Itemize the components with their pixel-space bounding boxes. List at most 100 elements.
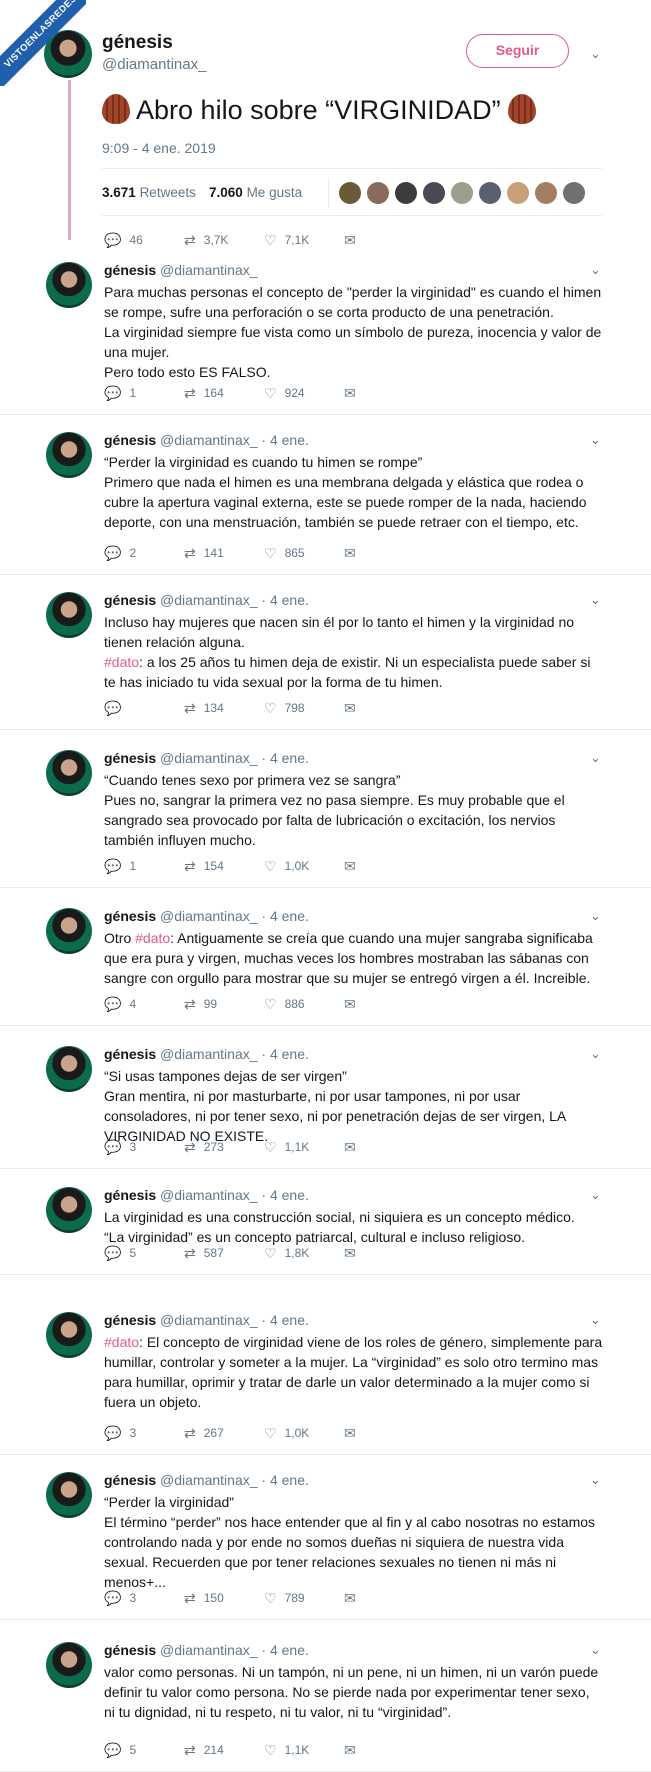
author-name[interactable]: génesis <box>104 1046 156 1062</box>
author-name[interactable]: génesis <box>104 1642 156 1658</box>
tweet[interactable]: génesis @diamantinax_ · 4 ene. ⌄ “Perder l… <box>0 420 651 575</box>
tweet[interactable]: génesis @diamantinax_ ⌄ Para muchas person… <box>0 250 651 415</box>
author-name[interactable]: génesis <box>104 432 156 448</box>
author-handle-time[interactable]: @diamantinax_ · 4 ene. <box>160 1187 309 1203</box>
author-name[interactable]: génesis <box>104 1472 156 1488</box>
author-name[interactable]: génesis <box>104 1187 156 1203</box>
author-name[interactable]: génesis <box>102 32 173 54</box>
author-handle[interactable]: @diamantinax_ <box>102 56 206 73</box>
like-button[interactable]: ♡ 886 <box>264 996 305 1013</box>
dm-button[interactable]: ✉ <box>344 1590 364 1607</box>
retweet-button[interactable]: ⇄ 134 <box>184 700 224 717</box>
tweet-author[interactable]: génesis @diamantinax_ <box>104 262 258 278</box>
avatar[interactable] <box>535 182 557 204</box>
chevron-down-icon[interactable]: ⌄ <box>590 1642 601 1658</box>
author-name[interactable]: génesis <box>104 908 156 924</box>
like-button[interactable]: ♡ 865 <box>264 545 305 562</box>
avatar[interactable] <box>339 182 361 204</box>
author-handle-time[interactable]: @diamantinax_ · 4 ene. <box>160 908 309 924</box>
like-button[interactable]: ♡ 1,0K <box>264 858 309 875</box>
retweet-button[interactable]: ⇄ 164 <box>184 385 224 402</box>
dm-button[interactable]: ✉ <box>344 232 364 249</box>
dm-button[interactable]: ✉ <box>344 700 364 717</box>
like-button[interactable]: ♡ 924 <box>264 385 305 402</box>
tweet-author[interactable]: génesis @diamantinax_ · 4 ene. <box>104 1312 309 1328</box>
tweet-author[interactable]: génesis @diamantinax_ · 4 ene. <box>104 750 309 766</box>
retweet-button[interactable]: ⇄ 154 <box>184 858 224 875</box>
author-name[interactable]: génesis <box>104 592 156 608</box>
avatar[interactable] <box>451 182 473 204</box>
chevron-down-icon[interactable]: ⌄ <box>590 1046 601 1062</box>
dm-button[interactable]: ✉ <box>344 858 364 875</box>
reply-button[interactable]: 💬 5 <box>104 1742 136 1759</box>
dm-button[interactable]: ✉ <box>344 1742 364 1759</box>
dm-button[interactable]: ✉ <box>344 385 364 402</box>
tweet[interactable]: génesis @diamantinax_ · 4 ene. ⌄ “Cuando t… <box>0 738 651 888</box>
retweet-button[interactable]: ⇄ 150 <box>184 1590 224 1607</box>
chevron-down-icon[interactable]: ⌄ <box>590 592 601 608</box>
like-button[interactable]: ♡ 1,1K <box>264 1742 309 1759</box>
tweet-author[interactable]: génesis @diamantinax_ · 4 ene. <box>104 1472 309 1488</box>
tweet-author[interactable]: génesis @diamantinax_ · 4 ene. <box>104 1187 309 1203</box>
author-name[interactable]: génesis <box>104 1312 156 1328</box>
author-handle-time[interactable]: @diamantinax_ · 4 ene. <box>160 1312 309 1328</box>
author-name[interactable]: génesis <box>104 750 156 766</box>
chevron-down-icon[interactable]: ⌄ <box>590 1187 601 1203</box>
like-button[interactable]: ♡ 1,0K <box>264 1425 309 1442</box>
retweet-button[interactable]: ⇄ 141 <box>184 545 224 562</box>
chevron-down-icon[interactable]: ⌄ <box>590 908 601 924</box>
avatar[interactable] <box>46 750 92 796</box>
avatar[interactable] <box>479 182 501 204</box>
chevron-down-icon[interactable]: ⌄ <box>590 432 601 448</box>
follow-button[interactable]: Seguir <box>466 34 569 68</box>
tweet[interactable]: génesis @diamantinax_ · 4 ene. ⌄ #dato: El… <box>0 1300 651 1455</box>
tweet[interactable]: génesis @diamantinax_ · 4 ene. ⌄ valor com… <box>0 1630 651 1772</box>
dm-button[interactable]: ✉ <box>344 1245 364 1262</box>
like-button[interactable]: ♡ 7,1K <box>264 232 309 249</box>
tweet[interactable]: génesis @diamantinax_ · 4 ene. ⌄ La virgin… <box>0 1175 651 1275</box>
retweet-button[interactable]: ⇄ 273 <box>184 1139 224 1156</box>
tweet-author[interactable]: génesis @diamantinax_ · 4 ene. <box>104 1046 309 1062</box>
avatar[interactable] <box>46 1642 92 1688</box>
hashtag-link[interactable]: #dato <box>135 930 170 946</box>
reply-button[interactable]: 💬 4 <box>104 996 136 1013</box>
reply-button[interactable]: 💬 3 <box>104 1139 136 1156</box>
avatar[interactable] <box>46 1312 92 1358</box>
reply-button[interactable]: 💬 5 <box>104 1245 136 1262</box>
like-button[interactable]: ♡ 1,1K <box>264 1139 309 1156</box>
author-handle-time[interactable]: @diamantinax_ · 4 ene. <box>160 592 309 608</box>
author-name[interactable]: génesis <box>104 262 156 278</box>
chevron-down-icon[interactable]: ⌄ <box>590 750 601 766</box>
avatar[interactable] <box>46 592 92 638</box>
dm-button[interactable]: ✉ <box>344 1425 364 1442</box>
avatar[interactable] <box>46 432 92 478</box>
avatar[interactable] <box>46 908 92 954</box>
hashtag-link[interactable]: #dato <box>104 1334 139 1350</box>
author-handle-time[interactable]: @diamantinax_ · 4 ene. <box>160 1046 309 1062</box>
avatar[interactable] <box>507 182 529 204</box>
tweet-author[interactable]: génesis @diamantinax_ · 4 ene. <box>104 432 309 448</box>
hashtag-link[interactable]: #dato <box>104 654 139 670</box>
tweet-author[interactable]: génesis @diamantinax_ · 4 ene. <box>104 908 309 924</box>
avatar[interactable] <box>46 1187 92 1233</box>
retweet-button[interactable]: ⇄ 267 <box>184 1425 224 1442</box>
avatar[interactable] <box>395 182 417 204</box>
reply-button[interactable]: 💬 <box>104 700 129 717</box>
avatar[interactable] <box>367 182 389 204</box>
tweet[interactable]: génesis @diamantinax_ · 4 ene. ⌄ “Si usas … <box>0 1034 651 1169</box>
author-handle-time[interactable]: @diamantinax_ <box>160 262 258 278</box>
reply-button[interactable]: 💬 1 <box>104 858 136 875</box>
chevron-down-icon[interactable]: ⌄ <box>590 46 601 62</box>
tweet-author[interactable]: génesis @diamantinax_ · 4 ene. <box>104 592 309 608</box>
retweet-button[interactable]: ⇄ 3,7K <box>184 232 228 249</box>
tweet[interactable]: génesis @diamantinax_ · 4 ene. ⌄ Otro #dat… <box>0 896 651 1026</box>
reply-button[interactable]: 💬 2 <box>104 545 136 562</box>
tweet[interactable]: génesis @diamantinax_ · 4 ene. ⌄ Incluso h… <box>0 580 651 730</box>
dm-button[interactable]: ✉ <box>344 1139 364 1156</box>
tweet-author[interactable]: génesis @diamantinax_ · 4 ene. <box>104 1642 309 1658</box>
avatar[interactable] <box>46 1046 92 1092</box>
chevron-down-icon[interactable]: ⌄ <box>590 1312 601 1328</box>
chevron-down-icon[interactable]: ⌄ <box>590 262 601 278</box>
author-handle-time[interactable]: @diamantinax_ · 4 ene. <box>160 1472 309 1488</box>
avatar[interactable] <box>46 262 92 308</box>
